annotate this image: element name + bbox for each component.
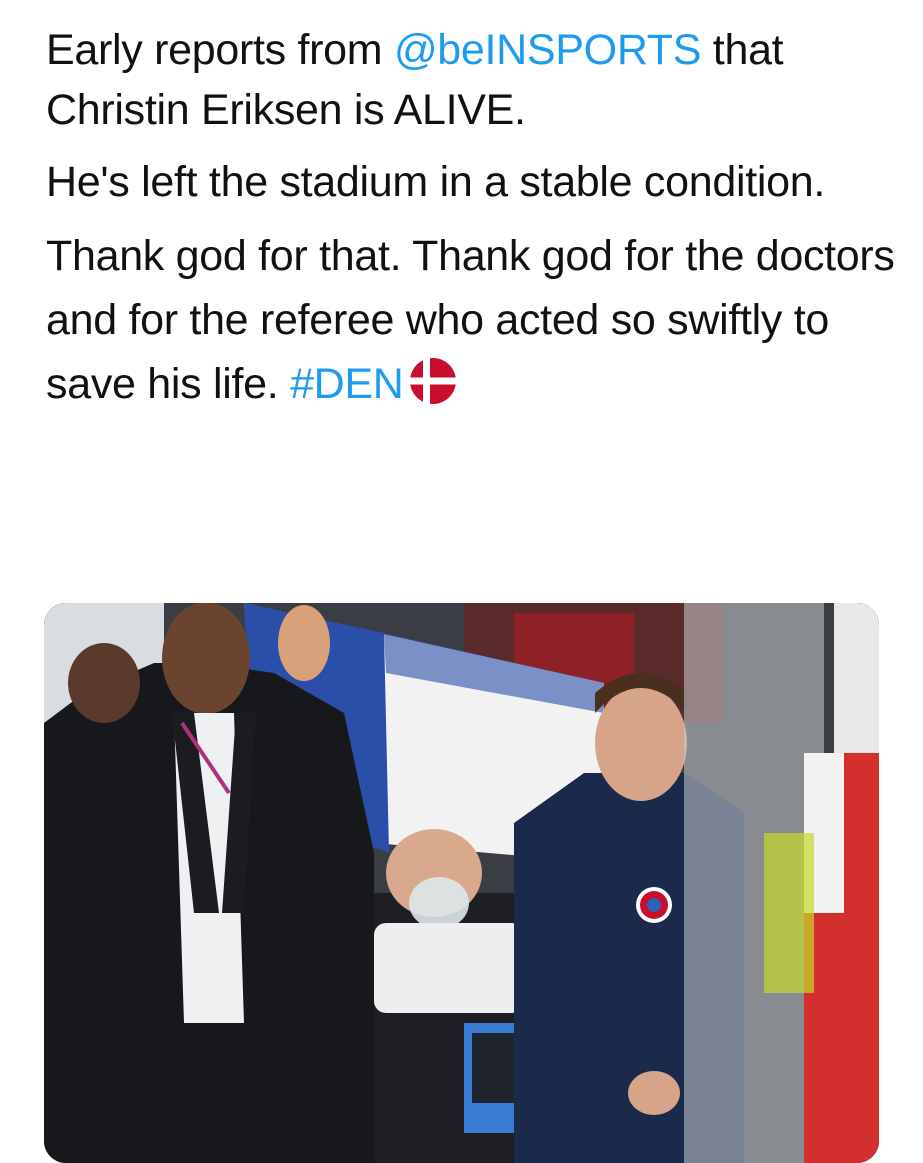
tweet-paragraph-3: Thank god for that. Thank god for the do… (46, 224, 896, 416)
tweet-body: Early reports from @beINSPORTS that Chri… (46, 20, 896, 428)
photo-icon (44, 603, 879, 1163)
tweet-paragraph-2: He's left the stadium in a stable condit… (46, 158, 826, 206)
hashtag-link[interactable]: #DEN (290, 360, 404, 408)
paragraph-3-text: Thank god for that. Thank god for the do… (46, 232, 895, 408)
denmark-flag-icon (408, 356, 458, 406)
tweet-paragraph-1: Early reports from @beINSPORTS that Chri… (46, 20, 896, 140)
paragraph-1-lead: Early reports from (46, 26, 394, 74)
mention-link[interactable]: @beINSPORTS (394, 26, 702, 74)
tweet-photo[interactable] (44, 603, 879, 1163)
